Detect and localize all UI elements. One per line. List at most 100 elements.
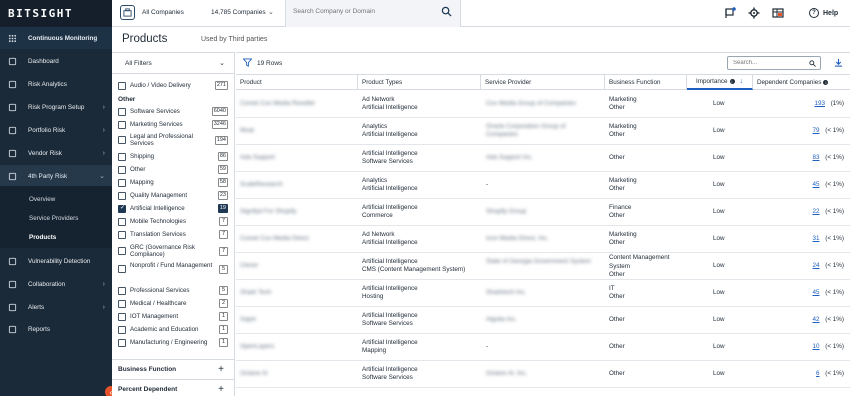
table-row[interactable]: Sapin Artificial Intelligence Software Ser… bbox=[236, 307, 850, 334]
dependent-count-link[interactable]: 42 bbox=[813, 316, 820, 323]
filter-checkbox[interactable] bbox=[118, 247, 126, 255]
dependent-count-link[interactable]: 79 bbox=[813, 127, 820, 134]
filter-option[interactable]: Software Services 6040 bbox=[112, 106, 235, 117]
info-icon[interactable]: i bbox=[729, 79, 735, 84]
service-provider[interactable]: Sharktech Inc. bbox=[486, 289, 596, 298]
nav-item-vendor-risk[interactable]: Vendor Risk › bbox=[0, 142, 112, 164]
company-search-input[interactable] bbox=[293, 8, 433, 15]
dependent-count-link[interactable]: 22 bbox=[813, 208, 820, 215]
dependent-count-link[interactable]: 24 bbox=[813, 262, 820, 269]
filter-checkbox[interactable] bbox=[118, 265, 126, 273]
nav-item-reports[interactable]: Reports bbox=[0, 318, 112, 340]
column-header-importance[interactable]: Importance i ↓ bbox=[687, 75, 753, 90]
table-row[interactable]: ScaleResearch Analytics Artificial Intelli… bbox=[236, 172, 850, 199]
service-provider[interactable]: Icon Media Direct, Inc. bbox=[486, 235, 596, 244]
filter-option[interactable]: Nonprofit / Fund Management 5 bbox=[112, 261, 235, 277]
nav-item-risk-program-setup[interactable]: Risk Program Setup › bbox=[0, 96, 112, 118]
column-header-product-types[interactable]: Product Types bbox=[358, 75, 481, 90]
plus-icon[interactable]: + bbox=[218, 384, 224, 395]
table-row[interactable]: Comet Cox Media Direct Ad Network Artifici… bbox=[236, 226, 850, 253]
table-row[interactable]: Octane AI Artificial Intelligence Software… bbox=[236, 361, 850, 388]
filter-checkbox[interactable] bbox=[118, 299, 126, 308]
nav-item-portfolio-risk[interactable]: Portfolio Risk › bbox=[0, 119, 112, 141]
dependent-count-link[interactable]: 10 bbox=[813, 343, 820, 350]
filter-section-percent-dependent[interactable]: Percent Dependent + bbox=[112, 379, 235, 396]
service-provider[interactable]: State of Georgia Government System bbox=[486, 258, 596, 267]
dependent-count-link[interactable]: 45 bbox=[813, 181, 820, 188]
filter-checkbox[interactable] bbox=[118, 81, 126, 90]
filter-option[interactable]: IOT Management 1 bbox=[112, 311, 235, 322]
filter-option[interactable]: Quality Management 23 bbox=[112, 190, 235, 201]
dependent-count-link[interactable]: 83 bbox=[813, 154, 820, 161]
dependent-count-link[interactable]: 31 bbox=[813, 235, 820, 242]
filter-checkbox[interactable] bbox=[118, 217, 126, 226]
filter-checkbox[interactable] bbox=[118, 136, 126, 144]
company-selector-label[interactable]: All Companies bbox=[142, 9, 184, 16]
nav-sub-service-providers[interactable]: Service Providers bbox=[0, 209, 112, 228]
product-name[interactable]: Comet Cox Media Reseller bbox=[240, 100, 352, 109]
report-grid-icon[interactable] bbox=[772, 7, 784, 19]
dependent-count-link[interactable]: 45 bbox=[813, 289, 820, 296]
filter-funnel-icon[interactable] bbox=[243, 58, 252, 67]
company-folder-icon[interactable] bbox=[120, 5, 135, 20]
filter-section-business-function[interactable]: Business Function + bbox=[112, 359, 235, 379]
filter-checkbox[interactable] bbox=[118, 165, 126, 174]
product-name[interactable]: Octane AI bbox=[240, 370, 352, 379]
filter-checkbox[interactable] bbox=[118, 312, 126, 321]
nav-item-dashboard[interactable]: Dashboard bbox=[0, 50, 112, 72]
filter-option[interactable]: Marketing Services 3246 bbox=[112, 119, 235, 130]
product-name[interactable]: Comet Cox Media Direct bbox=[240, 235, 352, 244]
nav-sub-products[interactable]: Products bbox=[0, 228, 112, 247]
column-header-dependent-companies[interactable]: Dependent Companies i bbox=[753, 75, 850, 90]
search-icon[interactable] bbox=[809, 60, 816, 67]
table-search-input[interactable] bbox=[733, 60, 803, 66]
filter-checkbox[interactable] bbox=[118, 338, 126, 347]
table-row[interactable]: Signifyd For Shopify Artificial Intellige… bbox=[236, 199, 850, 226]
gear-icon[interactable] bbox=[748, 7, 760, 19]
filter-option[interactable]: GRC (Governance Risk Compliance) 7 bbox=[112, 243, 235, 259]
filter-checkbox[interactable] bbox=[118, 204, 126, 213]
product-name[interactable]: Ada Support bbox=[240, 154, 352, 163]
service-provider[interactable]: Octane AI, Inc. bbox=[486, 370, 596, 379]
service-provider[interactable]: Algolia Inc. bbox=[486, 316, 596, 325]
filter-option[interactable]: Artificial Intelligence 19 bbox=[112, 203, 235, 214]
filter-checkbox[interactable] bbox=[118, 325, 126, 334]
filter-option[interactable]: Translation Services 7 bbox=[112, 229, 235, 240]
product-name[interactable]: ScaleResearch bbox=[240, 181, 352, 190]
service-provider[interactable]: Ada Support Inc. bbox=[486, 154, 596, 163]
table-row[interactable]: Shark Tech Artificial Intelligence Hosting… bbox=[236, 280, 850, 307]
product-name[interactable]: Sapin bbox=[240, 316, 352, 325]
filter-option[interactable]: Academic and Education 1 bbox=[112, 324, 235, 335]
filter-checkbox[interactable] bbox=[118, 286, 126, 295]
dependent-count-link[interactable]: 6 bbox=[816, 370, 820, 377]
nav-item-alerts[interactable]: Alerts › bbox=[0, 296, 112, 318]
table-row[interactable]: OpenLayers Artificial Intelligence Mapping… bbox=[236, 334, 850, 361]
service-provider[interactable]: - bbox=[486, 343, 596, 352]
service-provider[interactable]: Cox Media Group of Companies bbox=[486, 100, 596, 109]
filter-option[interactable]: Shipping 86 bbox=[112, 151, 235, 162]
help-button[interactable]: ? Help bbox=[809, 8, 838, 18]
sort-arrow-icon[interactable]: ↓ bbox=[740, 78, 744, 85]
filter-checkbox[interactable] bbox=[118, 191, 126, 200]
plus-icon[interactable]: + bbox=[218, 364, 224, 375]
product-name[interactable]: Moat bbox=[240, 127, 352, 136]
flag-notification-icon[interactable] bbox=[724, 7, 736, 19]
table-row[interactable]: Comet Cox Media Reseller Ad Network Artifi… bbox=[236, 91, 850, 118]
filter-option[interactable]: Medical / Healthcare 2 bbox=[112, 298, 235, 309]
filter-checkbox[interactable] bbox=[118, 152, 126, 161]
filter-checkbox[interactable] bbox=[118, 230, 126, 239]
filter-option[interactable]: Audio / Video Delivery 271 bbox=[112, 80, 235, 91]
nav-sub-overview[interactable]: Overview bbox=[0, 190, 112, 209]
nav-item-vulnerability-detection[interactable]: Vulnerability Detection bbox=[0, 250, 112, 272]
column-header-business-function[interactable]: Business Function bbox=[605, 75, 687, 90]
product-name[interactable]: Clever bbox=[240, 262, 352, 271]
chevron-down-icon[interactable]: ⌄ bbox=[268, 8, 274, 16]
service-provider[interactable]: Oracle Corporation Group of Companies bbox=[486, 123, 596, 140]
info-icon[interactable]: i bbox=[823, 80, 829, 85]
service-provider[interactable]: Shopify Group bbox=[486, 208, 596, 217]
search-icon[interactable] bbox=[441, 6, 452, 17]
table-row[interactable]: Moat Analytics Artificial Intelligence Orac… bbox=[236, 118, 850, 145]
filter-option[interactable]: Mobile Technologies 7 bbox=[112, 216, 235, 227]
table-row[interactable]: Clever Artificial Intelligence CMS (Conten… bbox=[236, 253, 850, 280]
column-header-service-provider[interactable]: Service Provider bbox=[481, 75, 605, 90]
